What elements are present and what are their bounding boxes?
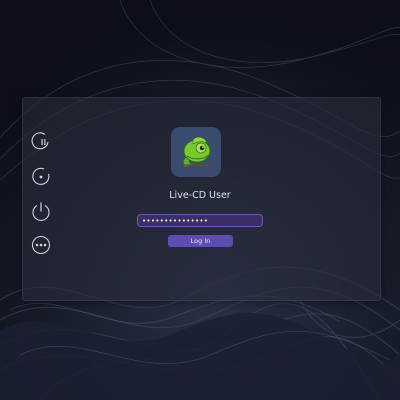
suspend-icon xyxy=(31,132,49,150)
chameleon-mascot-icon xyxy=(183,136,211,168)
user-name: Live-CD User xyxy=(169,190,231,201)
shutdown-button[interactable] xyxy=(29,199,53,223)
power-icon xyxy=(32,202,50,221)
user-avatar[interactable] xyxy=(171,127,221,177)
password-field[interactable]: ••••••••••••••• xyxy=(137,214,263,227)
suspend-button[interactable] xyxy=(29,129,53,153)
login-button[interactable]: Log In xyxy=(168,235,233,247)
more-options-icon xyxy=(31,235,51,255)
restart-button[interactable] xyxy=(29,164,53,188)
more-options-button[interactable] xyxy=(29,233,53,257)
restart-icon xyxy=(32,167,50,185)
